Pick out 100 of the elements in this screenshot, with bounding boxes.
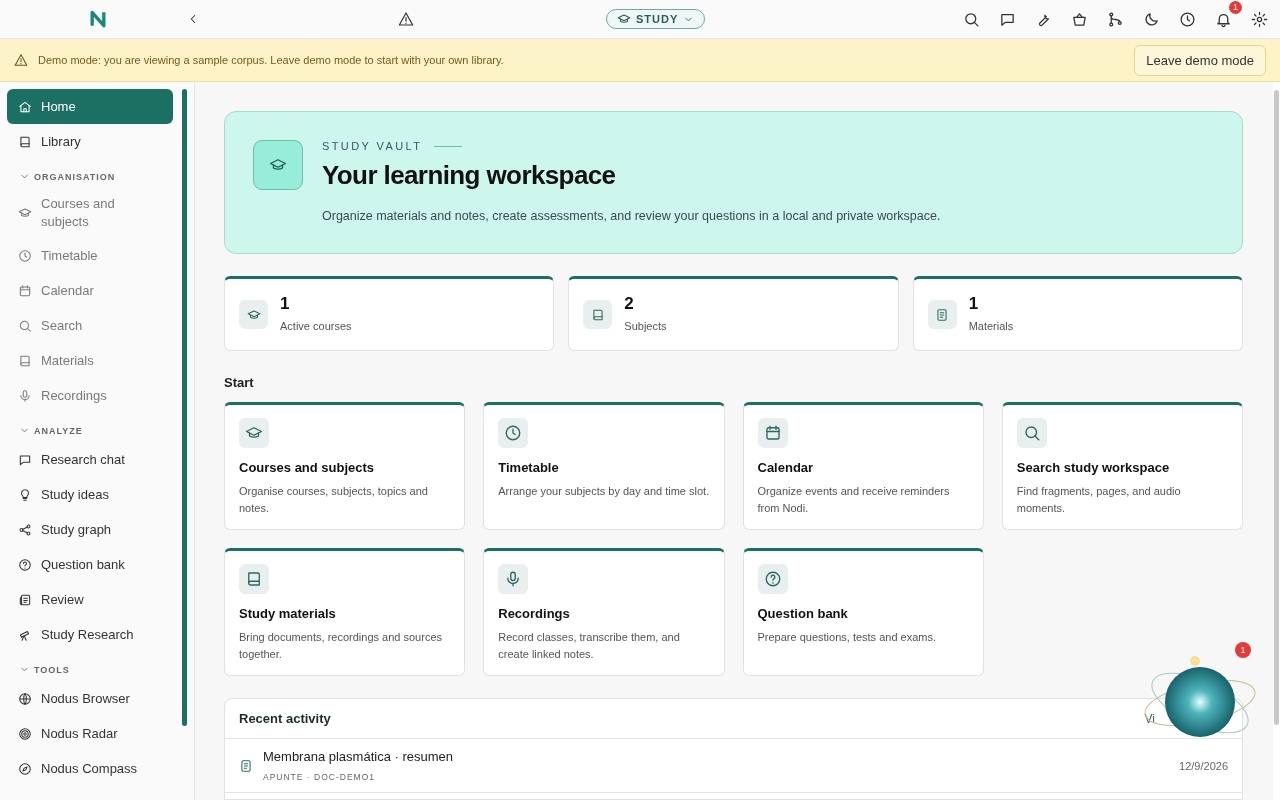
nav-item[interactable]: Research chat: [7, 442, 173, 477]
nav-item[interactable]: Review: [7, 582, 173, 617]
card-title: Courses and subjects: [239, 460, 376, 475]
nav-item[interactable]: Study graph: [7, 512, 173, 547]
warning-icon: [14, 53, 28, 67]
nav-item[interactable]: Question bank: [7, 547, 173, 582]
compass-icon: [18, 761, 32, 776]
scrollbar[interactable]: [182, 89, 187, 726]
question-icon: [757, 564, 788, 594]
calendar-icon: [18, 283, 32, 298]
warning-icon[interactable]: [398, 11, 414, 27]
nav-item[interactable]: Courses and subjects: [7, 188, 173, 238]
card-title: Timetable: [498, 460, 560, 475]
shortcut-card[interactable]: Search study workspace Find fragments, pages, and audio moments.: [1001, 402, 1243, 530]
graduation-cap-icon: [617, 12, 631, 26]
book-icon: [239, 564, 269, 594]
microphone-icon: [498, 564, 529, 594]
branch-icon[interactable]: [1107, 10, 1124, 28]
view-link[interactable]: Vi: [1144, 711, 1155, 726]
hero-description: Organize materials and notes, create assessments, and review your questions in a local and private workspace.: [322, 209, 941, 223]
nav-item[interactable]: Study ideas: [7, 477, 173, 512]
demo-message: Demo mode: you are viewing a sample corpus. Leave demo mode to start with your own library.: [38, 54, 504, 66]
book-icon: [18, 353, 32, 368]
stat-value: 1: [968, 293, 980, 314]
nav-item[interactable]: Nodus Radar: [7, 716, 173, 751]
graduation-cap-icon: [253, 140, 303, 190]
nav-item[interactable]: Nodus Browser: [7, 681, 173, 716]
shortcut-card[interactable]: Question bank Prepare questions, tests and exams.: [742, 548, 984, 676]
nav-item[interactable]: Nodus Compass: [7, 751, 173, 786]
card-description: Prepare questions, tests and exams.: [757, 630, 938, 645]
shortcut-card[interactable]: Timetable Arrange your subjects by day and time slot.: [483, 402, 725, 530]
clock-icon: [18, 248, 32, 263]
card-description: Record classes, transcribe them, and create linked notes.: [498, 630, 681, 662]
activity-title: Membrana plasmática · resumen: [263, 749, 454, 764]
shortcut-card[interactable]: Study materials Bring documents, recordings and sources together.: [224, 548, 466, 676]
section-heading[interactable]: ANALYZE: [34, 425, 83, 436]
calendar-icon: [757, 418, 788, 448]
stat-value: 1: [280, 293, 291, 314]
nav-item[interactable]: Home: [7, 89, 173, 124]
nav-item[interactable]: Timetable: [7, 238, 173, 273]
section-heading[interactable]: ORGANISATION: [34, 171, 116, 182]
document-icon: [239, 758, 253, 773]
nav-item[interactable]: Search: [7, 308, 173, 343]
stat-label: Active courses: [280, 319, 352, 332]
shortcut-card[interactable]: Recordings Record classes, transcribe them, and create linked notes.: [483, 548, 725, 676]
home-icon: [18, 99, 32, 114]
graduation-cap-icon: [239, 418, 269, 448]
card-title: Study materials: [239, 606, 337, 621]
eyebrow-label: STUDY VAULT: [322, 140, 423, 152]
graduation-cap-icon: [18, 206, 32, 220]
target-icon: [18, 726, 32, 741]
activity-row[interactable]: Membrana plasmática · resumen APUNTE · DOC-DEMO1 12/9/2026: [225, 739, 1242, 793]
hero-title: Your learning workspace: [322, 160, 617, 191]
card-title: Search study workspace: [1016, 460, 1171, 475]
newspaper-icon: [18, 592, 32, 607]
card-title: Question bank: [757, 606, 849, 621]
card-description: Arrange your subjects by day and time slot.: [498, 484, 710, 499]
section-heading: Start: [224, 375, 255, 390]
scrollbar[interactable]: [1273, 82, 1280, 800]
mode-selector[interactable]: STUDY: [606, 9, 706, 29]
card-description: Organize events and receive reminders from Nodi.: [757, 484, 951, 516]
activity-date: 12/9/2026: [1179, 759, 1228, 772]
card-description: Find fragments, pages, and audio moments.: [1016, 484, 1182, 516]
nav-item[interactable]: Library: [7, 124, 173, 159]
card-description: Organise courses, subjects, topics and notes.: [239, 484, 429, 516]
share-icon: [18, 522, 32, 537]
book-icon: [18, 134, 32, 149]
moon-icon[interactable]: [1143, 10, 1160, 28]
lightbulb-icon: [18, 487, 32, 502]
stat-label: Materials: [968, 319, 1014, 332]
document-icon: [927, 300, 957, 329]
nav-item[interactable]: Recordings: [7, 378, 173, 413]
nav-item[interactable]: Calendar: [7, 273, 173, 308]
nav-item[interactable]: Materials: [7, 343, 173, 378]
clock-icon[interactable]: [1179, 10, 1196, 28]
chat-icon: [18, 452, 32, 467]
card-description: Bring documents, recordings and sources together.: [239, 630, 443, 662]
clock-icon: [498, 418, 529, 448]
globe-icon: [18, 691, 32, 706]
graduation-cap-icon: [239, 300, 268, 329]
question-icon: [18, 557, 32, 572]
nav-item[interactable]: Study Research: [7, 617, 173, 652]
activity-meta: APUNTE · DOC-DEMO1: [263, 772, 376, 782]
notification-badge: 1: [1229, 0, 1242, 14]
search-icon[interactable]: [963, 10, 980, 28]
search-icon: [1016, 418, 1047, 448]
search-icon: [18, 318, 32, 333]
card-title: Recordings: [498, 606, 571, 621]
leave-demo-button[interactable]: Leave demo mode: [1134, 44, 1266, 76]
basket-icon[interactable]: [1071, 10, 1088, 28]
stat-value: 2: [624, 293, 635, 314]
notification-badge: 1: [1235, 642, 1251, 658]
shortcut-card[interactable]: Calendar Organize events and receive reminders from Nodi.: [742, 402, 984, 530]
stat-label: Subjects: [624, 319, 667, 332]
book-icon: [583, 300, 613, 329]
card-title: Calendar: [757, 460, 815, 475]
shortcut-card[interactable]: Courses and subjects Organise courses, subjects, topics and notes.: [224, 402, 466, 530]
panel-title: Recent activity: [239, 711, 331, 726]
microphone-icon: [18, 388, 32, 403]
section-heading[interactable]: TOOLS: [34, 664, 70, 675]
